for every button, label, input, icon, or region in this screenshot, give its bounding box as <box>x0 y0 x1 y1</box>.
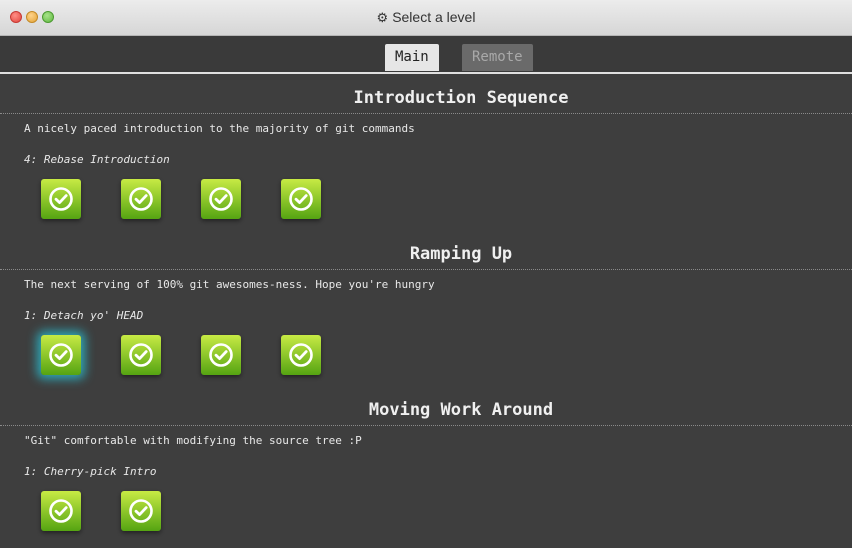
tab-main[interactable]: Main <box>385 44 439 71</box>
check-icon <box>288 186 314 212</box>
level-button-3[interactable] <box>201 335 241 375</box>
sequence-title: Introduction Sequence <box>0 74 852 114</box>
window-title-wrap: ⚙ Select a level <box>0 9 852 26</box>
app-window: ⚙ Select a level Main Remote Introduction… <box>0 0 852 548</box>
check-icon <box>208 186 234 212</box>
sequence-description: The next serving of 100% git awesomes-ne… <box>24 278 435 291</box>
level-button-2[interactable] <box>121 491 161 531</box>
sequence-current-level: 4: Rebase Introduction <box>24 153 170 166</box>
check-icon <box>128 498 154 524</box>
sequence-description: "Git" comfortable with modifying the sou… <box>24 434 362 447</box>
sequence-title: Moving Work Around <box>0 386 852 426</box>
level-button-1[interactable] <box>41 179 81 219</box>
level-button-4[interactable] <box>281 179 321 219</box>
level-icons <box>0 491 852 548</box>
sequence-current-level: 1: Detach yo' HEAD <box>24 309 144 322</box>
check-icon <box>48 186 74 212</box>
check-icon <box>48 498 74 524</box>
sequence-moving-work-around: Moving Work Around "Git" comfortable wit… <box>0 386 852 548</box>
title-bar: ⚙ Select a level <box>0 0 852 36</box>
window-title: Select a level <box>392 9 476 25</box>
check-icon <box>128 186 154 212</box>
level-button-1[interactable] <box>41 335 81 375</box>
level-button-2[interactable] <box>121 179 161 219</box>
level-button-3[interactable] <box>201 179 241 219</box>
sequence-introduction: Introduction Sequence A nicely paced int… <box>0 74 852 239</box>
sequence-title: Ramping Up <box>0 230 852 270</box>
check-icon <box>208 342 234 368</box>
tab-remote[interactable]: Remote <box>462 44 533 71</box>
tab-bar: Main Remote <box>0 36 852 74</box>
level-button-4[interactable] <box>281 335 321 375</box>
level-button-1[interactable] <box>41 491 81 531</box>
sequence-description: A nicely paced introduction to the major… <box>24 122 415 135</box>
level-list: Introduction Sequence A nicely paced int… <box>0 74 852 548</box>
check-icon <box>128 342 154 368</box>
sequence-current-level: 1: Cherry-pick Intro <box>24 465 157 478</box>
level-button-2[interactable] <box>121 335 161 375</box>
gear-icon: ⚙ <box>376 10 389 25</box>
check-icon <box>48 342 74 368</box>
sequence-ramping-up: Ramping Up The next serving of 100% git … <box>0 230 852 395</box>
check-icon <box>288 342 314 368</box>
